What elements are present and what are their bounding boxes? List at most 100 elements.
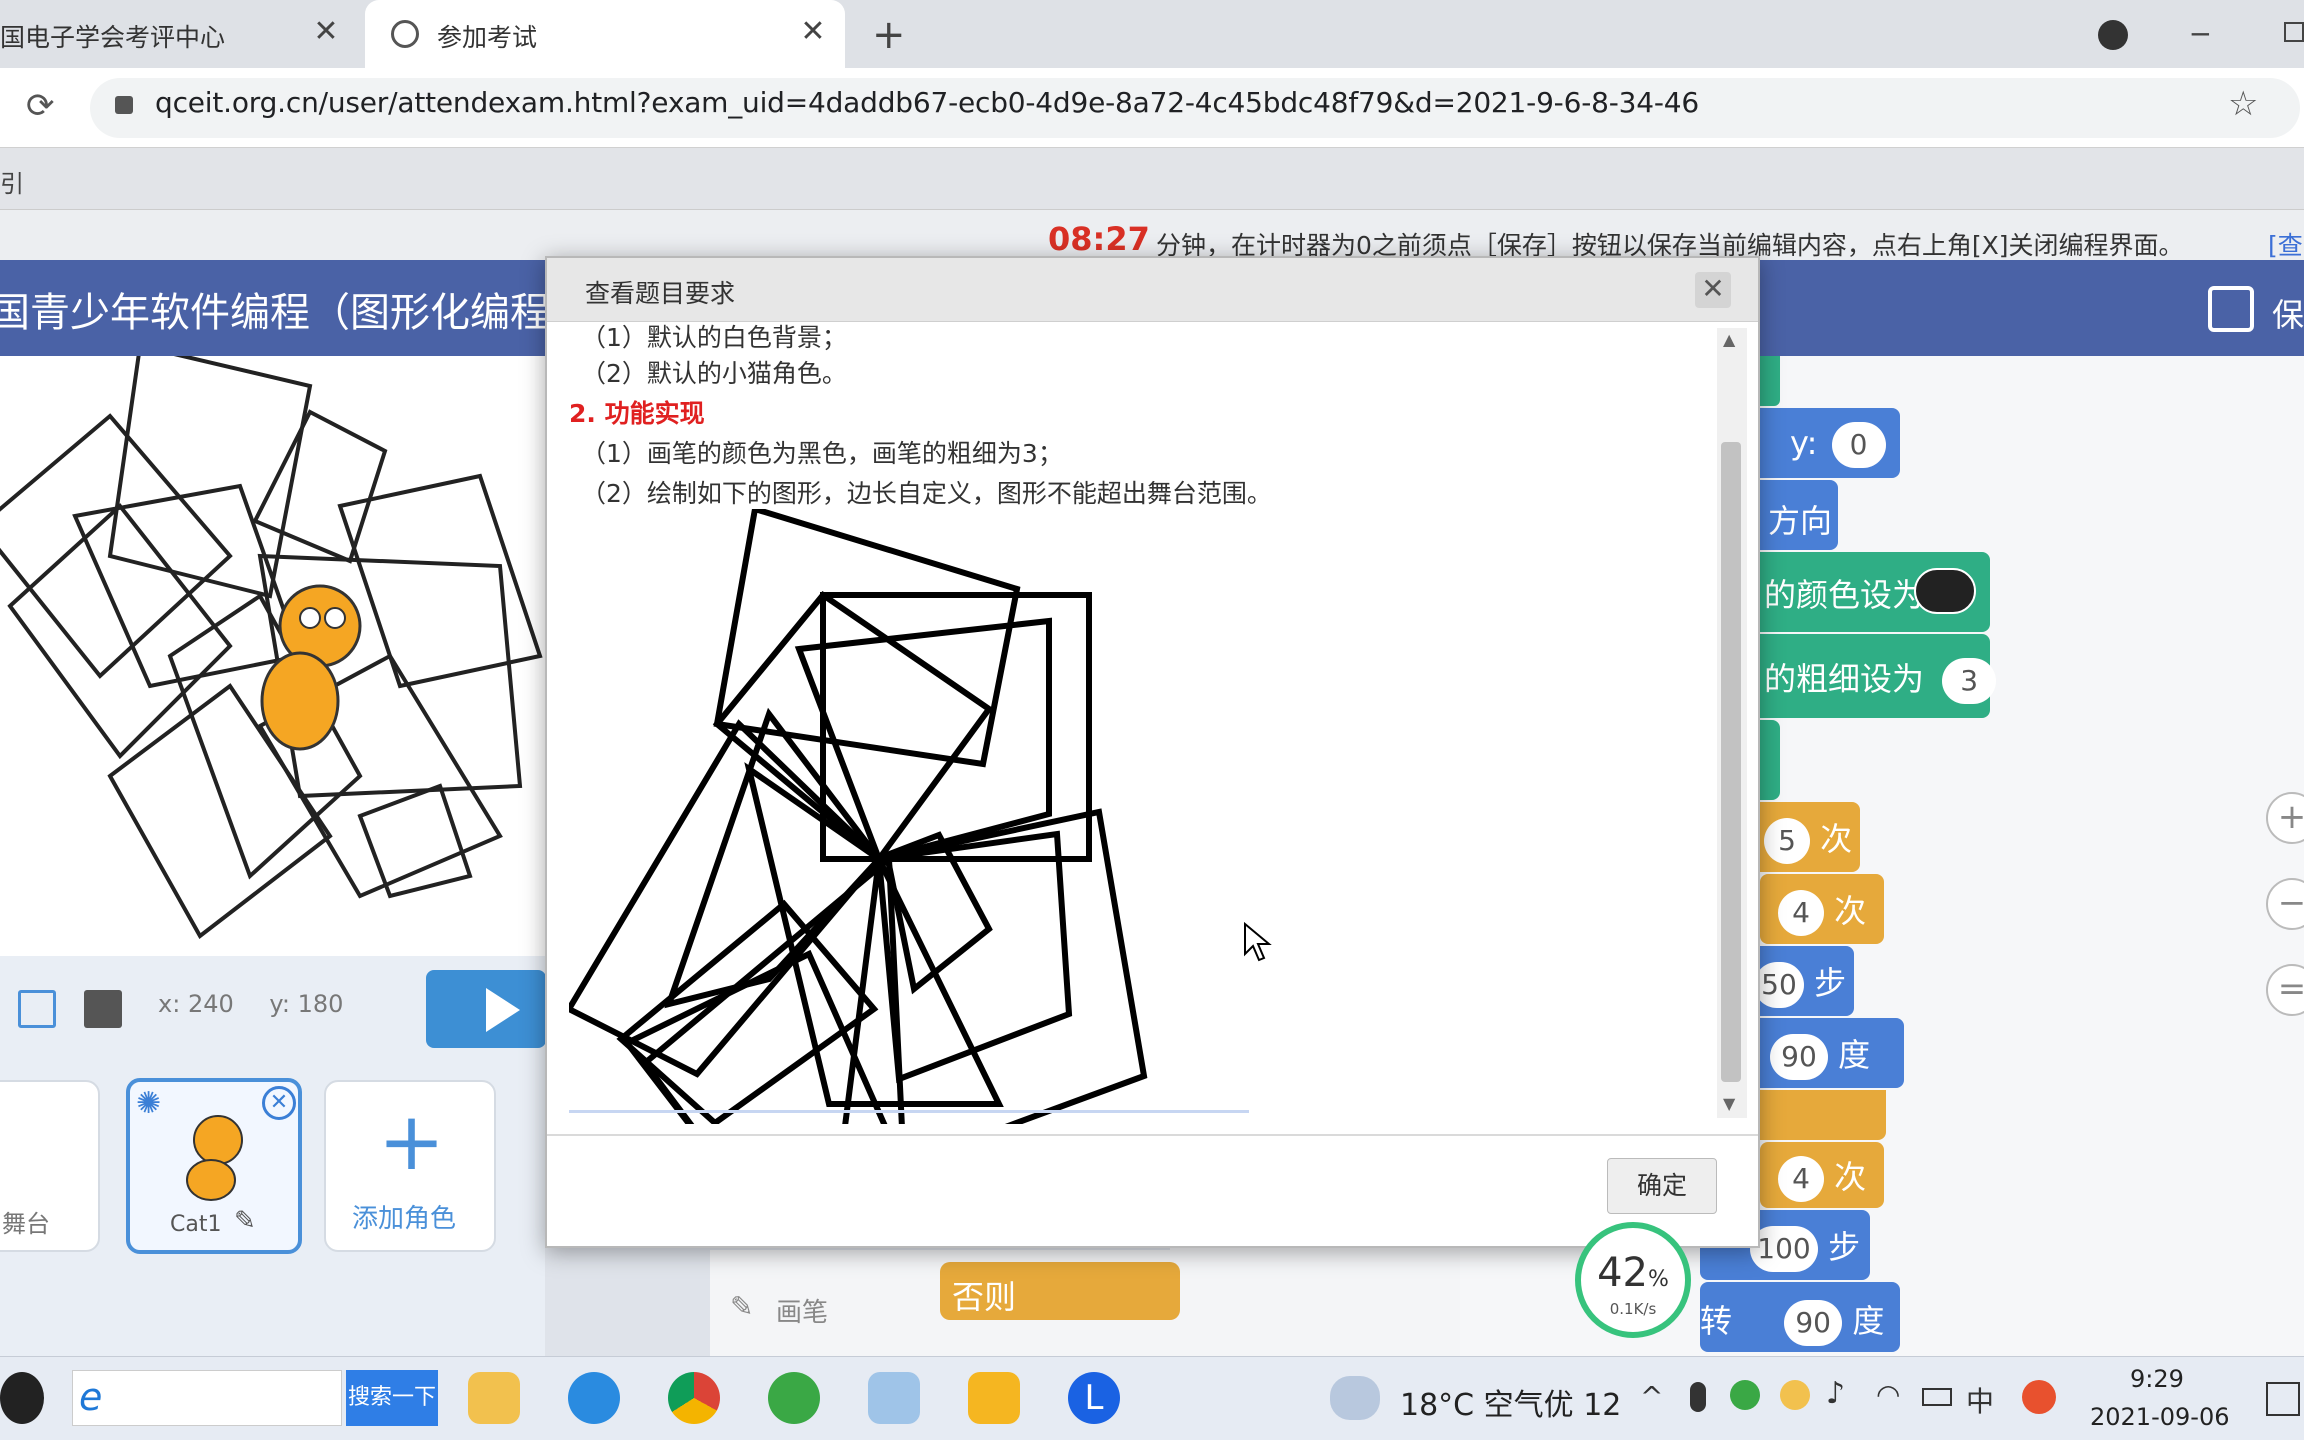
- pen-size-input[interactable]: 3: [1942, 658, 1997, 704]
- stage-selector[interactable]: 舞台: [0, 1080, 100, 1252]
- move-input[interactable]: 50: [1754, 962, 1804, 1008]
- taskbar-search-button[interactable]: 搜索一下: [346, 1370, 438, 1426]
- tab-attend-exam[interactable]: 参加考试 ✕: [365, 0, 845, 68]
- close-icon[interactable]: ✕: [795, 14, 831, 50]
- microphone-icon[interactable]: [1690, 1382, 1706, 1412]
- new-tab-icon[interactable]: +: [872, 12, 906, 58]
- cat-thumbnail: [186, 1115, 243, 1201]
- scroll-up-icon[interactable]: ▲: [1723, 330, 1735, 349]
- ie-icon: e: [79, 1375, 103, 1419]
- repeat-input[interactable]: 4: [1778, 1156, 1824, 1202]
- maximize-icon[interactable]: [2284, 22, 2304, 42]
- pen-size-block[interactable]: 的粗细设为 3: [1750, 634, 1997, 718]
- battery-icon[interactable]: [1922, 1388, 1952, 1406]
- dialog-content: （1）默认的白色背景； （2）默认的小猫角色。 2. 功能实现 （1）画笔的颜色…: [569, 324, 1729, 1124]
- repeat-input[interactable]: 5: [1764, 818, 1810, 864]
- file-explorer-icon[interactable]: [468, 1372, 520, 1424]
- run-button[interactable]: [426, 970, 546, 1048]
- figure-square: [569, 719, 884, 1078]
- app-l-icon[interactable]: L: [1068, 1372, 1120, 1424]
- minimize-icon[interactable]: ─: [2192, 18, 2209, 51]
- dialog-footer-divider: [547, 1134, 1758, 1136]
- notifications-icon[interactable]: [2266, 1382, 2300, 1416]
- delete-icon[interactable]: ✕: [262, 1086, 296, 1120]
- tab-exam-center[interactable]: 国电子学会考评中心 ✕: [0, 0, 365, 68]
- sprite-card-cat1[interactable]: ✺ ✕ Cat1 ✎: [126, 1078, 302, 1254]
- repeat-end-cap[interactable]: [1750, 1090, 1886, 1140]
- paint-icon[interactable]: [868, 1372, 920, 1424]
- close-icon[interactable]: ✕: [1695, 272, 1731, 308]
- browser-e-icon[interactable]: [768, 1372, 820, 1424]
- move-unit: 步: [1814, 964, 1847, 1002]
- clock-time[interactable]: 9:29: [2130, 1365, 2184, 1393]
- turn-unit: 度: [1852, 1302, 1885, 1340]
- start-icon[interactable]: [0, 1372, 44, 1424]
- notes-icon[interactable]: [968, 1372, 1020, 1424]
- ime-indicator[interactable]: 中: [1966, 1380, 1994, 1420]
- section-heading: 2. 功能实现: [569, 399, 705, 428]
- reload-icon[interactable]: ⟳: [26, 86, 55, 126]
- weather-text[interactable]: 18°C 空气优 12: [1400, 1380, 1621, 1424]
- turn-block-1[interactable]: 90 度: [1750, 1018, 1904, 1088]
- scroll-down-icon[interactable]: ▼: [1723, 1094, 1735, 1113]
- taskbar-search-input[interactable]: e: [72, 1370, 342, 1426]
- add-sprite-button[interactable]: + 添加角色: [324, 1080, 496, 1252]
- page-menubar: 引: [0, 148, 2304, 210]
- network-speed-widget[interactable]: 42% 0.1K/s: [1575, 1222, 1691, 1338]
- profile-icon[interactable]: [2098, 20, 2128, 50]
- pencil-icon[interactable]: ✎: [234, 1206, 256, 1236]
- stage-canvas[interactable]: [0, 356, 545, 956]
- settings-icon[interactable]: ✺: [136, 1086, 161, 1121]
- repeat-block-3[interactable]: 4 次: [1760, 1142, 1884, 1208]
- speed-percent: 42%: [1581, 1250, 1685, 1296]
- plus-icon: +: [378, 1095, 446, 1188]
- requirements-dialog: 查看题目要求 ✕ （1）默认的白色背景； （2）默认的小猫角色。 2. 功能实现…: [545, 256, 1760, 1248]
- repeat-block-2[interactable]: 4 次: [1760, 874, 1884, 944]
- confirm-button[interactable]: 确定: [1607, 1158, 1717, 1214]
- dialog-title: 查看题目要求: [585, 279, 736, 308]
- requirement-line: （1）画笔的颜色为黑色，画笔的粗细为3；: [581, 439, 1063, 468]
- turn-prefix: 转: [1700, 1302, 1733, 1340]
- move-block-1[interactable]: 50 步: [1750, 946, 1854, 1016]
- wifi-icon[interactable]: ◠: [1876, 1378, 1900, 1411]
- clock-date[interactable]: 2021-09-06: [2090, 1403, 2229, 1431]
- tab-label: 国电子学会考评中心: [0, 23, 226, 52]
- turn-block-2[interactable]: 转 90 度: [1700, 1282, 1900, 1352]
- large-stage-icon[interactable]: [84, 990, 122, 1028]
- stage-drawing: [0, 356, 543, 939]
- move-unit: 步: [1828, 1228, 1861, 1266]
- repeat-block-1[interactable]: 5 次: [1750, 802, 1860, 872]
- tray-app-icon[interactable]: [1730, 1380, 1760, 1410]
- direction-block[interactable]: 方向: [1750, 480, 1838, 550]
- turn-input[interactable]: 90: [1784, 1300, 1843, 1346]
- speed-rate: 0.1K/s: [1609, 1300, 1657, 1318]
- turn-input[interactable]: 90: [1770, 1034, 1828, 1080]
- color-swatch[interactable]: [1914, 568, 1976, 614]
- sogou-icon[interactable]: [2022, 1380, 2056, 1414]
- chrome-icon[interactable]: [668, 1372, 720, 1424]
- notice-link[interactable]: [查: [2268, 226, 2303, 262]
- else-block[interactable]: 否则: [940, 1262, 1180, 1320]
- tray-app-icon[interactable]: [1780, 1380, 1810, 1410]
- small-stage-icon[interactable]: [18, 990, 56, 1028]
- close-icon[interactable]: ✕: [308, 14, 344, 50]
- edge-icon[interactable]: [568, 1372, 620, 1424]
- url-text[interactable]: qceit.org.cn/user/attendexam.html?exam_u…: [155, 86, 1699, 119]
- star-icon[interactable]: ☆: [2228, 84, 2258, 124]
- move-input[interactable]: 100: [1750, 1226, 1818, 1272]
- tray-expand-icon[interactable]: ^: [1640, 1380, 1663, 1413]
- save-icon[interactable]: [2208, 286, 2254, 332]
- palette-category-pen[interactable]: 画笔: [776, 1292, 828, 1329]
- requirement-line: （2）绘制如下的图形，边长自定义，图形不能超出舞台范围。: [581, 479, 1272, 508]
- scrollbar-thumb[interactable]: [1721, 442, 1741, 1082]
- repeat-input[interactable]: 4: [1778, 890, 1824, 936]
- x-label: x:: [158, 990, 181, 1018]
- volume-icon[interactable]: ♪: [1826, 1376, 1845, 1411]
- cat-sprite[interactable]: [260, 584, 362, 751]
- stage-label: 舞台: [2, 1210, 50, 1238]
- save-label[interactable]: 保: [2272, 290, 2304, 336]
- else-label: 否则: [952, 1278, 1017, 1316]
- goto-xy-block[interactable]: y: 0: [1750, 408, 1900, 478]
- pen-color-block[interactable]: 的颜色设为: [1750, 552, 1990, 632]
- y-input[interactable]: 0: [1831, 422, 1886, 468]
